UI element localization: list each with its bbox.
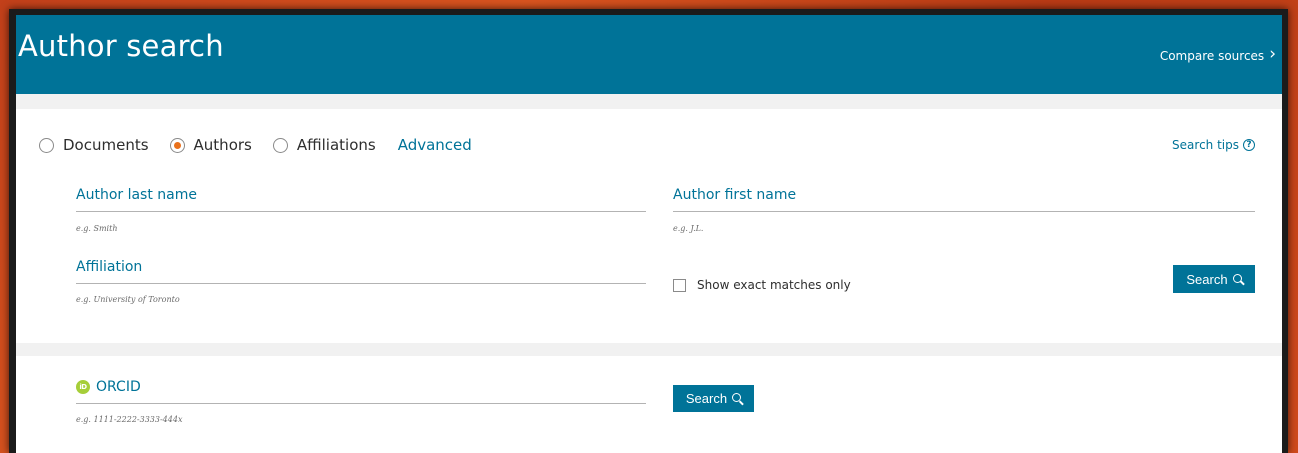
orcid-label: ORCID	[96, 379, 141, 395]
orcid-label-row: iD ORCID	[76, 379, 646, 395]
orcid-search-button-label: Search	[685, 391, 728, 406]
help-circle-icon: ?	[1243, 139, 1255, 151]
exact-matches-label: Show exact matches only	[697, 278, 851, 292]
exact-matches-option[interactable]: Show exact matches only	[673, 278, 851, 292]
radio-authors-circle[interactable]	[169, 137, 185, 153]
author-search-page: Author search Compare sources › Document…	[16, 15, 1282, 453]
search-icon	[732, 393, 742, 402]
orcid-hint: e.g. 1111-2222-3333-444x	[76, 415, 183, 424]
compare-sources-label: Compare sources	[1159, 48, 1265, 63]
author-last-name-label: Author last name	[76, 187, 197, 203]
radio-documents-label: Documents	[63, 136, 149, 154]
author-first-name-underline	[673, 211, 1255, 212]
affiliation-underline	[76, 283, 646, 284]
radio-affiliations-circle[interactable]	[272, 137, 288, 153]
affiliation-field[interactable]: Affiliation	[76, 259, 646, 289]
orcid-underline	[76, 403, 646, 404]
author-last-name-hint: e.g. Smith	[76, 224, 118, 233]
author-last-name-field[interactable]: Author last name	[76, 187, 646, 217]
radio-affiliations-label: Affiliations	[296, 136, 376, 154]
radio-affiliations[interactable]: Affiliations	[272, 136, 376, 154]
author-first-name-field[interactable]: Author first name	[673, 187, 1255, 217]
search-tips-link[interactable]: Search tips ?	[1172, 138, 1255, 152]
advanced-search-link[interactable]: Advanced	[398, 136, 472, 154]
search-type-selector: Documents Authors Affiliations Advanced	[39, 136, 472, 154]
search-icon	[1232, 273, 1242, 283]
author-last-name-underline	[76, 211, 646, 212]
radio-authors-label: Authors	[193, 136, 252, 154]
orcid-logo-icon: iD	[76, 380, 90, 394]
radio-documents-circle[interactable]	[39, 137, 54, 153]
chevron-right-icon: ›	[1269, 44, 1276, 64]
search-tips-label: Search tips	[1172, 138, 1239, 152]
orcid-search-button[interactable]: Search	[673, 385, 754, 412]
author-first-name-label: Author first name	[673, 187, 797, 203]
page-title: Author search	[18, 29, 224, 63]
compare-sources-link[interactable]: Compare sources ›	[1159, 44, 1276, 64]
orcid-field[interactable]: iD ORCID	[76, 379, 646, 409]
author-search-button[interactable]: Search	[1173, 265, 1255, 293]
exact-matches-checkbox[interactable]	[673, 278, 686, 292]
author-search-button-label: Search	[1186, 271, 1228, 287]
radio-documents[interactable]: Documents	[39, 136, 149, 154]
page-header: Author search Compare sources ›	[16, 15, 1282, 94]
author-first-name-hint: e.g. J.L.	[673, 224, 704, 233]
affiliation-hint: e.g. University of Toronto	[76, 295, 180, 304]
affiliation-label: Affiliation	[76, 259, 143, 275]
radio-authors[interactable]: Authors	[169, 136, 252, 154]
